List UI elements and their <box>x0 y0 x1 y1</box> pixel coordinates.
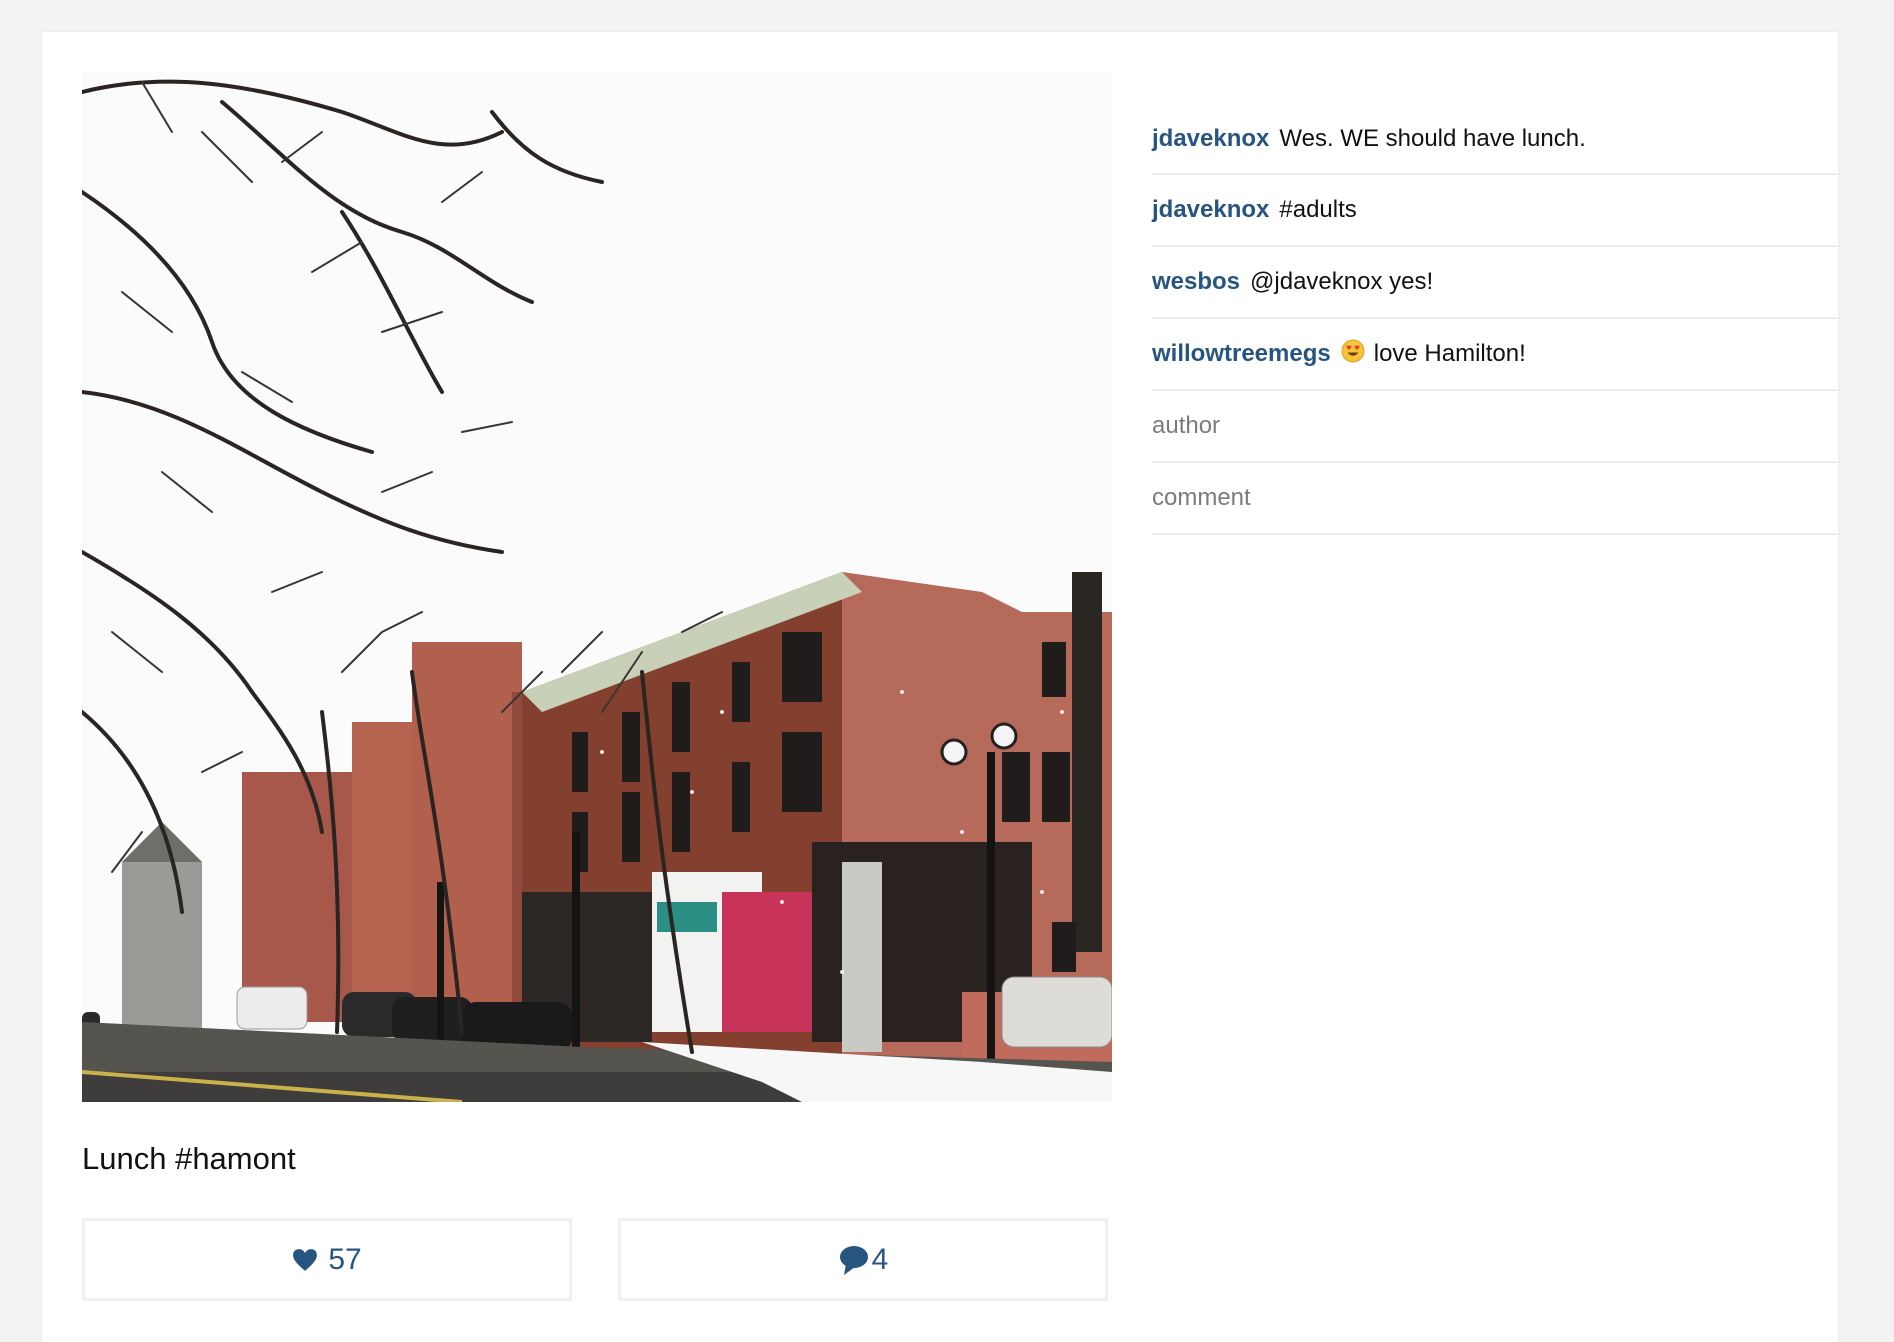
author-input[interactable] <box>1152 391 1840 463</box>
post-photo[interactable] <box>82 72 1112 1102</box>
comment-author[interactable]: willowtreemegs <box>1152 340 1331 368</box>
comment-text: Wes. WE should have lunch. <box>1279 124 1586 152</box>
heart-eyes-face-icon <box>1341 339 1365 370</box>
comment-author[interactable]: jdaveknox <box>1152 125 1269 153</box>
comment-text: @jdaveknox yes! <box>1250 268 1434 295</box>
comments-button[interactable]: 4 <box>618 1218 1108 1301</box>
post-caption: Lunch #hamont <box>82 1141 296 1176</box>
comment-item: willowtreemegs love Hamilton! <box>1152 319 1840 391</box>
speech-bubble-icon <box>838 1244 870 1276</box>
comment-count: 4 <box>871 1242 889 1276</box>
photo-illustration <box>82 72 1112 1102</box>
post-card: Lunch #hamont 57 4 jdaveknox Wes. WE sho… <box>42 32 1840 1342</box>
comment-author[interactable]: jdaveknox <box>1152 196 1269 224</box>
comment-text: #adults <box>1279 196 1357 223</box>
comment-form <box>1152 391 1840 535</box>
like-count: 57 <box>328 1242 362 1276</box>
comment-author[interactable]: wesbos <box>1152 268 1240 296</box>
heart-icon <box>292 1247 318 1273</box>
comment-item: jdaveknox Wes. WE should have lunch. <box>1152 104 1840 175</box>
comment-input[interactable] <box>1152 463 1840 535</box>
comment-text: love Hamilton! <box>1373 340 1526 367</box>
comments-panel: jdaveknox Wes. WE should have lunch. jda… <box>1152 104 1840 535</box>
comment-item: wesbos @jdaveknox yes! <box>1152 247 1840 319</box>
comment-item: jdaveknox #adults <box>1152 175 1840 247</box>
like-button[interactable]: 57 <box>82 1218 572 1301</box>
